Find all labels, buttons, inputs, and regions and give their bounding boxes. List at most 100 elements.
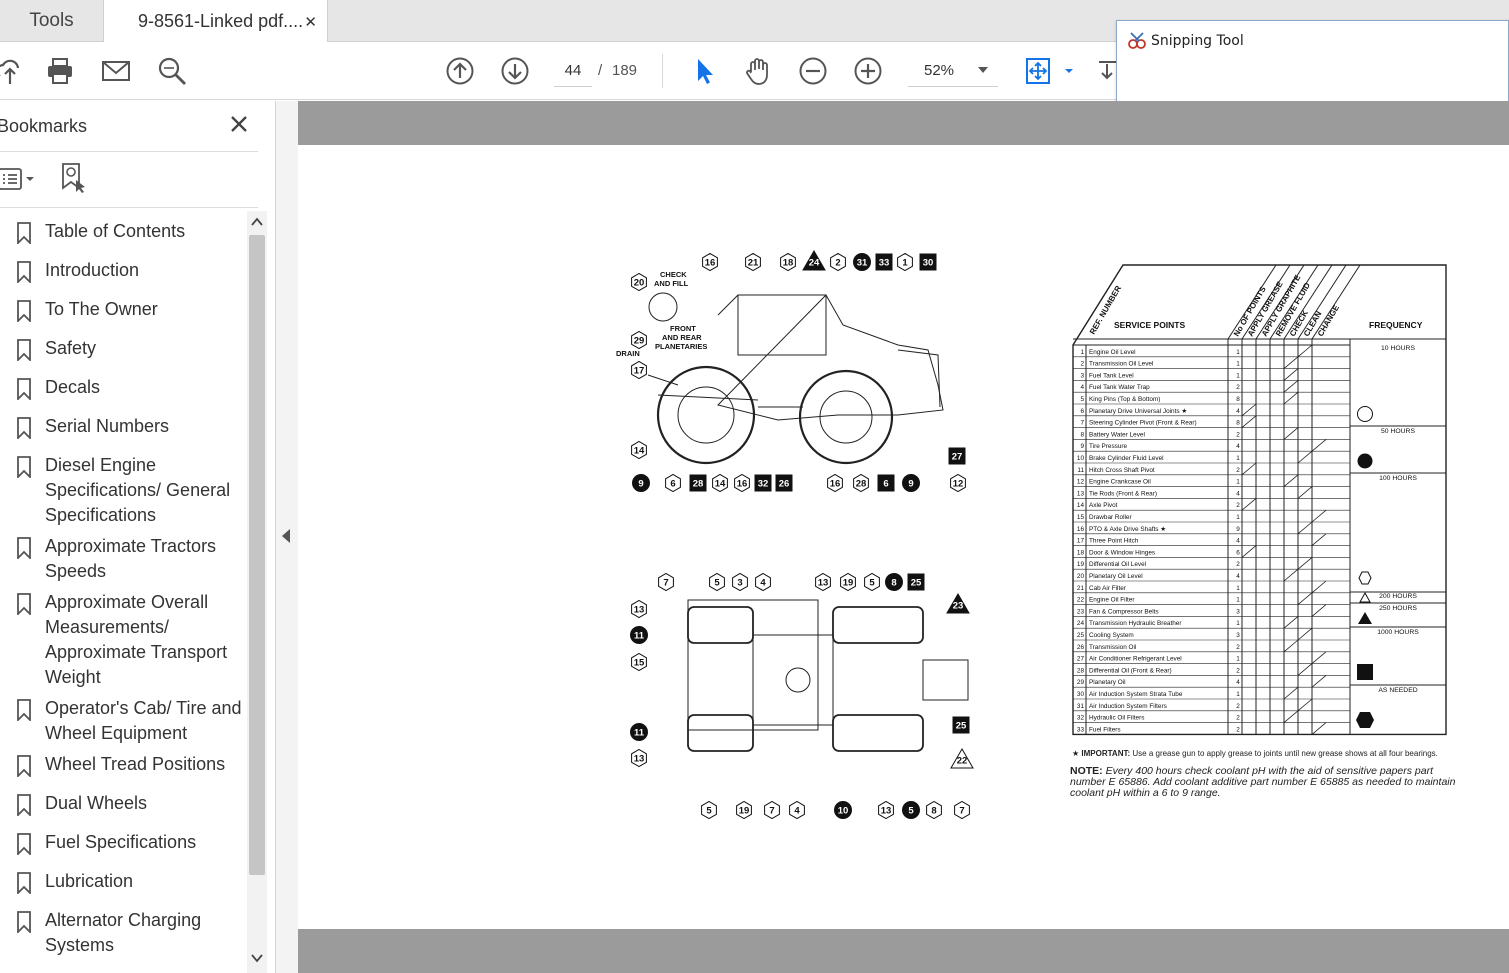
row-service-point: Air Induction System Filters <box>1089 703 1167 710</box>
bookmark-item[interactable]: Fuel Specifications <box>0 830 246 860</box>
row-mark <box>1297 698 1313 712</box>
scrollbar-thumb[interactable] <box>249 235 265 875</box>
row-count: 3 <box>1236 608 1240 615</box>
bookmark-item[interactable]: Safety <box>0 336 246 366</box>
bookmarks-scrollbar[interactable] <box>247 211 267 973</box>
row-count: 1 <box>1236 361 1240 368</box>
important-label: ★ IMPORTANT: <box>1072 749 1131 758</box>
check-fill-detail <box>648 292 678 322</box>
bookmark-icon <box>17 593 31 615</box>
scroll-up-icon[interactable] <box>251 217 263 227</box>
row-count: 2 <box>1236 715 1240 722</box>
callout-number: 25 <box>956 721 967 732</box>
lubrication-diagram: 16 21 18 24 2 31 33 1 30202917149 6 28 14 16 32 26 16 28… <box>616 250 1447 820</box>
row-ref: 14 <box>1077 502 1085 509</box>
bookmark-item[interactable]: Wheel Tread Positions <box>0 752 246 782</box>
row-service-point: Planetary Oil Level <box>1089 573 1143 580</box>
bookmark-item[interactable]: Introduction <box>0 258 246 288</box>
bookmark-item[interactable]: Lubrication <box>0 869 246 899</box>
download-icon[interactable] <box>1092 56 1117 86</box>
select-cursor-icon[interactable] <box>689 56 719 86</box>
row-ref: 12 <box>1077 479 1085 486</box>
callout-number: 16 <box>830 479 841 490</box>
row-mark <box>1283 474 1299 487</box>
tab-document[interactable]: 9-8561-Linked pdf.... ✕ <box>104 0 328 43</box>
check-and-fill-text: AND FILL <box>654 279 689 288</box>
callout-number: 23 <box>953 601 964 612</box>
row-mark <box>1311 604 1327 617</box>
callout-number: 5 <box>869 578 875 589</box>
callout-number: 4 <box>794 806 800 817</box>
bookmark-item[interactable]: Table of Contents <box>0 219 246 249</box>
bookmark-icon <box>17 911 31 933</box>
row-service-point: Planetary Oil <box>1089 679 1126 686</box>
bookmark-item[interactable]: Diesel Engine Specifications/ General Sp… <box>0 453 246 531</box>
row-service-point: Door & Window Hinges <box>1089 549 1155 556</box>
drain-text: DRAIN <box>616 349 640 358</box>
bookmark-item[interactable]: Approximate Tractors Speeds <box>0 534 246 588</box>
fit-page-icon[interactable] <box>1024 56 1054 86</box>
row-ref: 15 <box>1077 514 1085 521</box>
search-text-icon[interactable] <box>157 56 187 86</box>
zoom-select[interactable]: 52% <box>908 55 998 87</box>
bookmark-item[interactable]: Decals <box>0 375 246 405</box>
row-mark <box>1283 356 1299 369</box>
sidebar-collapse-handle[interactable] <box>276 101 298 973</box>
row-service-point: Fuel Tank Level <box>1089 372 1134 379</box>
find-bookmark-icon[interactable] <box>60 162 88 194</box>
chevron-left-icon <box>282 529 290 543</box>
bookmark-list: Table of Contents Introduction To The Ow… <box>0 211 246 973</box>
row-mark <box>1283 616 1299 629</box>
callout-number: 10 <box>838 806 849 817</box>
row-count: 4 <box>1236 443 1240 450</box>
callout-number: 8 <box>891 578 896 589</box>
page-number-input[interactable]: 44 <box>554 55 592 87</box>
row-ref: 2 <box>1080 361 1084 368</box>
row-service-point: King Pins (Top & Bottom) <box>1089 396 1160 403</box>
service-chart: REF. NUMBERSERVICE POINTS No OF POINTSAPP… <box>1072 264 1447 736</box>
bookmark-item[interactable]: To The Owner <box>0 297 246 327</box>
row-mark <box>1297 592 1313 605</box>
bookmarks-toolbar <box>0 161 258 205</box>
close-icon[interactable] <box>228 113 250 135</box>
previous-page-icon[interactable] <box>445 56 475 86</box>
email-icon[interactable] <box>101 56 131 86</box>
upload-icon[interactable] <box>0 56 26 86</box>
frequency-label: 200 HOURS <box>1379 593 1417 600</box>
bookmark-label: Operator's Cab/ Tire and Wheel Equipment <box>45 698 242 743</box>
bookmark-item[interactable]: Alternator Charging Systems <box>0 908 246 962</box>
bookmark-options-icon[interactable] <box>0 167 38 191</box>
zoom-in-icon[interactable] <box>853 56 883 86</box>
row-ref: 5 <box>1080 396 1084 403</box>
row-count: 1 <box>1236 349 1240 356</box>
bookmarks-title: Bookmarks <box>0 116 88 136</box>
bookmark-item[interactable]: Dual Wheels <box>0 791 246 821</box>
bookmark-icon <box>17 261 31 283</box>
frequency-label: 10 HOURS <box>1381 345 1415 352</box>
snipping-tool-window[interactable]: Snipping Tool <box>1116 20 1509 103</box>
row-count: 1 <box>1236 585 1240 592</box>
hand-tool-icon[interactable] <box>743 56 773 86</box>
print-icon[interactable] <box>45 56 75 86</box>
row-count: 2 <box>1236 667 1240 674</box>
planetaries-text: FRONT <box>670 324 696 333</box>
document-viewer[interactable]: 16 21 18 24 2 31 33 1 30 20 29 17 14 9 6 28 14 16 32 26 16 28… <box>298 101 1509 973</box>
scroll-down-icon[interactable] <box>251 953 263 963</box>
tab-tools[interactable]: Tools <box>0 0 104 42</box>
callout-number: 33 <box>879 258 890 269</box>
bookmark-item[interactable]: Operator's Cab/ Tire and Wheel Equipment <box>0 696 246 750</box>
zoom-out-icon[interactable] <box>798 56 828 86</box>
row-mark <box>1311 580 1327 594</box>
row-mark <box>1283 391 1299 405</box>
close-tab-icon[interactable]: ✕ <box>304 13 317 31</box>
callout-number: 25 <box>911 578 922 589</box>
coolant-note: NOTE: Every 400 hours check coolant pH w… <box>1070 766 1465 799</box>
callout-number: 19 <box>843 578 854 589</box>
fit-dropdown-icon[interactable] <box>1054 56 1073 86</box>
bookmark-item[interactable]: Approximate Overall Measurements/ Approx… <box>0 590 246 694</box>
next-page-icon[interactable] <box>500 56 530 86</box>
row-service-point: Transmission Oil <box>1089 644 1136 651</box>
row-service-point: Air Induction System Strata Tube <box>1089 691 1183 698</box>
cab-outline <box>737 294 827 356</box>
bookmark-item[interactable]: Serial Numbers <box>0 414 246 444</box>
